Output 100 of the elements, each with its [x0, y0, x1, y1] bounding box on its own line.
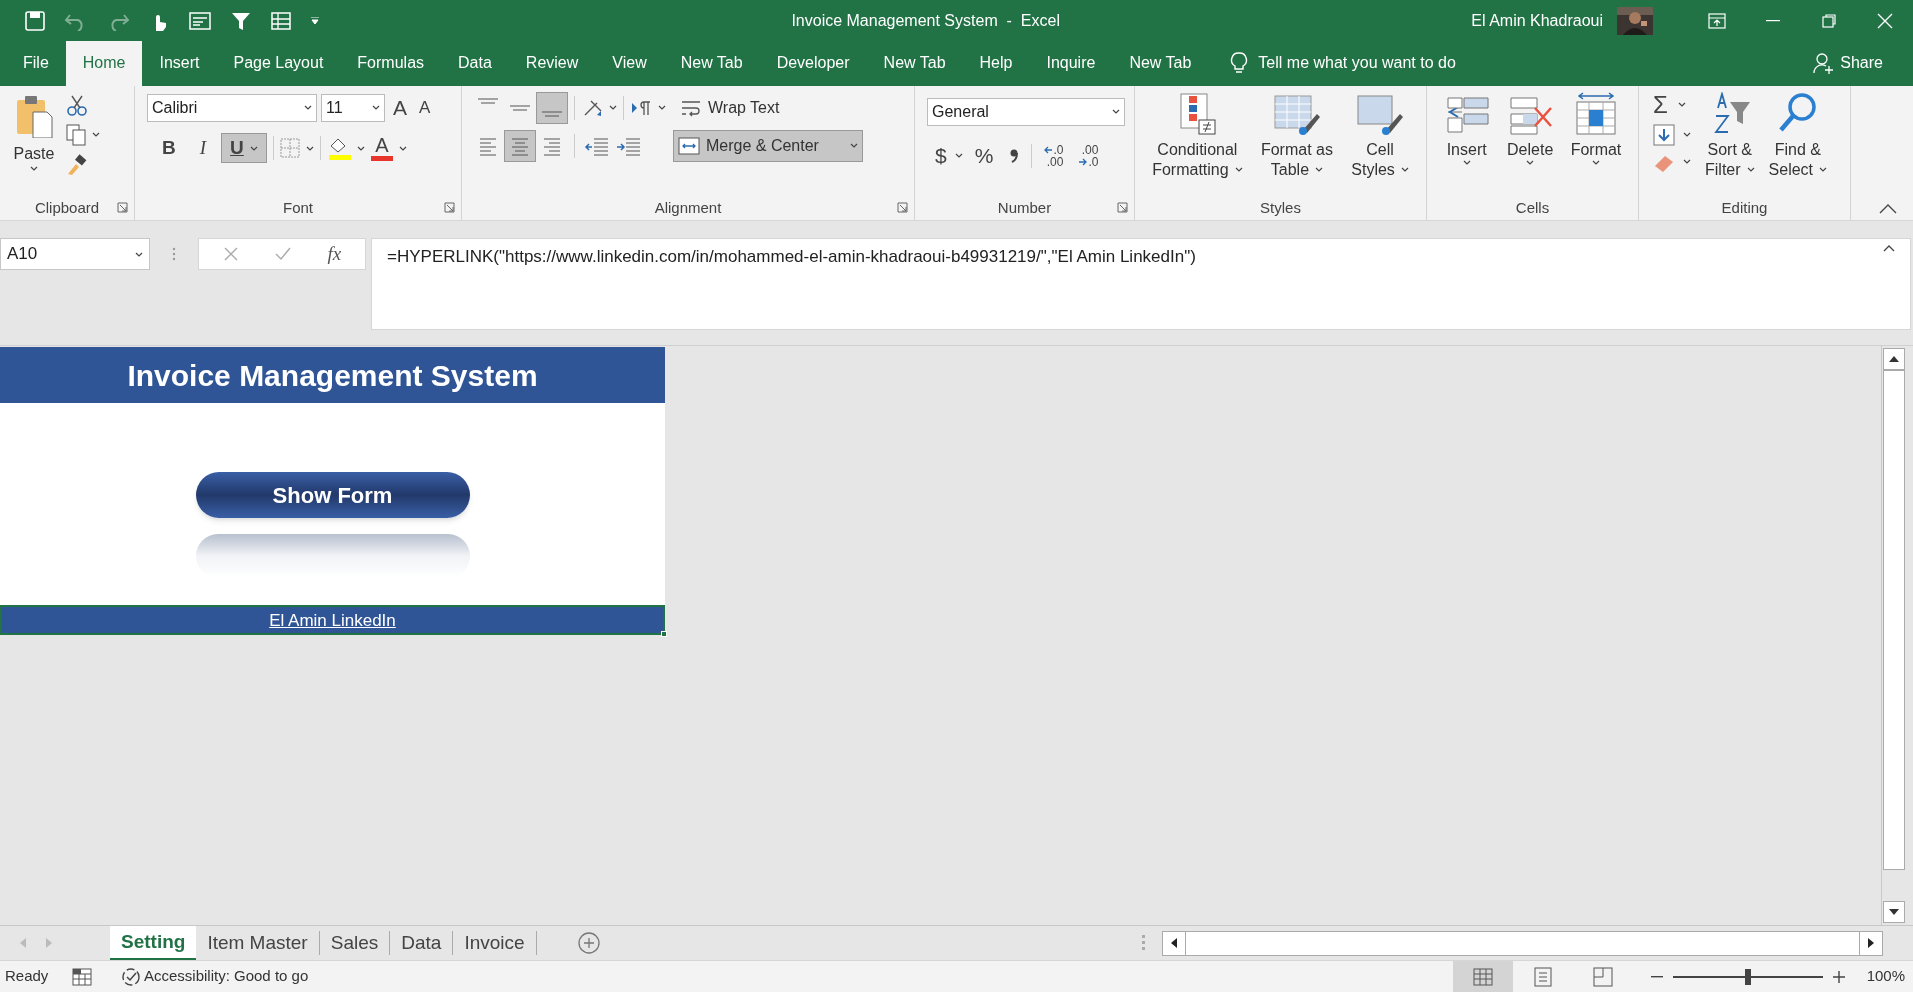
- format-painter-icon[interactable]: [66, 153, 88, 176]
- sheet-tab[interactable]: Invoice: [453, 931, 537, 956]
- ribbon-tab[interactable]: Review: [508, 41, 596, 86]
- scissors-icon[interactable]: [66, 93, 88, 116]
- zoom-slider[interactable]: [1672, 968, 1823, 985]
- table-styles-button[interactable]: Format as Table: [1260, 91, 1333, 180]
- formula-field[interactable]: =HYPERLINK("https://www.linkedin.com/in/mohammed-el-amin-khadraoui-b49931219/","El Amin LinkedIn"): [371, 238, 1911, 330]
- ribbon-tab[interactable]: Formulas: [340, 41, 442, 86]
- scroll-down-button[interactable]: [1882, 901, 1905, 924]
- increase-decimal-button[interactable]: .0 .00: [1040, 143, 1068, 168]
- ribbon-tab[interactable]: New Tab: [663, 41, 760, 86]
- form-icon[interactable]: [188, 9, 212, 32]
- grow-font-button[interactable]: A: [389, 91, 411, 124]
- dialog-launcher-icon[interactable]: [117, 202, 128, 213]
- delete-cells-button[interactable]: Delete: [1507, 91, 1554, 165]
- save-icon[interactable]: [24, 9, 46, 32]
- sheet-tab[interactable]: Setting: [110, 926, 197, 961]
- zoom-out-icon[interactable]: [1650, 975, 1663, 978]
- find-button[interactable]: Find & Select: [1768, 91, 1828, 180]
- align-center-button[interactable]: [504, 129, 536, 162]
- ribbon-tab[interactable]: Home: [65, 41, 143, 86]
- wrap-text-button[interactable]: Wrap Text: [680, 95, 780, 120]
- tell-me-field[interactable]: Tell me what you want to do: [1258, 51, 1456, 76]
- comma-style-icon[interactable]: [1009, 147, 1020, 164]
- italic-button[interactable]: I: [190, 133, 216, 164]
- fill-handle[interactable]: [661, 631, 667, 638]
- font-color-button[interactable]: A: [370, 135, 407, 162]
- zoom-level[interactable]: 100%: [1866, 965, 1905, 988]
- percent-button[interactable]: %: [970, 139, 998, 172]
- conditional-styles-button[interactable]: Conditional Formatting: [1152, 91, 1243, 180]
- align-top-icon: [477, 97, 499, 104]
- show-form-button[interactable]: Show Form: [195, 472, 470, 519]
- collapse-ribbon-icon[interactable]: [1879, 204, 1897, 214]
- scroll-right-button[interactable]: [1859, 930, 1883, 956]
- ribbon-tab[interactable]: File: [6, 41, 66, 86]
- horizontal-scroll-thumb[interactable]: [1186, 930, 1859, 956]
- ribbon-tab[interactable]: View: [595, 41, 664, 86]
- decrease-decimal-button[interactable]: .00 .0: [1075, 143, 1103, 168]
- minimize-icon: [1766, 19, 1780, 22]
- dialog-launcher-icon[interactable]: [444, 202, 455, 213]
- ribbon-tab[interactable]: Help: [962, 41, 1030, 86]
- caret-icon: [1315, 167, 1324, 173]
- caret-icon: [1683, 132, 1691, 138]
- group-label: Styles: [1260, 197, 1301, 218]
- copy-icon[interactable]: [66, 123, 86, 146]
- scroll-up-button[interactable]: [1882, 348, 1905, 371]
- underline-button[interactable]: U: [221, 133, 267, 164]
- share-button[interactable]: Share: [1812, 41, 1883, 86]
- ribbon-tab[interactable]: New Tab: [866, 41, 963, 86]
- autosum-button[interactable]: Σ: [1653, 91, 1691, 118]
- enter-icon[interactable]: [274, 246, 293, 262]
- linkedin-link[interactable]: El Amin LinkedIn: [269, 607, 396, 634]
- add-sheet-icon[interactable]: [576, 931, 601, 956]
- customize-caret-icon[interactable]: [310, 16, 320, 25]
- insert-cells-button[interactable]: Insert: [1443, 91, 1490, 165]
- insert-function-button[interactable]: fx: [327, 239, 342, 269]
- dialog-launcher-icon[interactable]: [897, 202, 908, 213]
- number-format-dropdown[interactable]: General: [927, 97, 1125, 126]
- dialog-launcher-icon[interactable]: [1117, 202, 1128, 213]
- cell-mode-icon[interactable]: [72, 967, 92, 986]
- grid-icon: [1472, 967, 1493, 986]
- table-icon[interactable]: [270, 10, 292, 31]
- sheet-tab[interactable]: Data: [390, 931, 454, 956]
- scroll-left-button[interactable]: [1162, 930, 1186, 956]
- ribbon-tab[interactable]: Inquire: [1029, 41, 1113, 86]
- paste-button[interactable]: Paste: [8, 91, 60, 196]
- cell-styles-button[interactable]: Cell Styles: [1351, 91, 1409, 180]
- ribbon-tab[interactable]: Insert: [142, 41, 217, 86]
- ribbon-tab[interactable]: Data: [441, 41, 509, 86]
- align-bottom-button[interactable]: [536, 91, 568, 124]
- sheet-header: Invoice Management System: [0, 347, 665, 404]
- fill-color-icon[interactable]: [326, 136, 351, 161]
- zoom-in-icon[interactable]: [1832, 970, 1845, 983]
- accessibility-status[interactable]: Accessibility: Good to go: [120, 965, 309, 988]
- shrink-font-button[interactable]: A: [415, 94, 435, 121]
- zoom-slider-thumb[interactable]: [1744, 968, 1751, 985]
- merge-center-button[interactable]: Merge & Center: [673, 129, 863, 162]
- caret-icon: [305, 145, 314, 151]
- format-cells-button[interactable]: Format: [1570, 91, 1622, 165]
- caret-icon: [658, 105, 666, 111]
- group-label: Clipboard: [34, 197, 100, 218]
- fill-down-icon[interactable]: [1653, 123, 1675, 146]
- group-label: Editing: [1721, 197, 1768, 218]
- sort-button[interactable]: Sort & Filter: [1705, 91, 1755, 180]
- ribbon-tab[interactable]: Page Layout: [216, 41, 341, 86]
- ribbon-display-icon: [1708, 12, 1726, 29]
- font-size-dropdown[interactable]: 11: [321, 93, 385, 122]
- ribbon-tab[interactable]: Developer: [759, 41, 867, 86]
- cancel-icon[interactable]: [222, 246, 239, 262]
- ribbon-tab[interactable]: New Tab: [1112, 41, 1209, 86]
- font-name-dropdown[interactable]: Calibri: [147, 93, 317, 122]
- sheet-tab[interactable]: Item Master: [196, 931, 320, 956]
- bold-button[interactable]: B: [153, 133, 185, 164]
- scroll-thumb[interactable]: [1882, 370, 1905, 871]
- name-box[interactable]: A10: [0, 238, 150, 270]
- caret-icon: [1819, 167, 1828, 173]
- group-label: Alignment: [654, 197, 722, 218]
- sheet-tab[interactable]: Sales: [319, 931, 391, 956]
- caret-icon: [1234, 167, 1243, 173]
- currency-button[interactable]: $: [935, 139, 963, 172]
